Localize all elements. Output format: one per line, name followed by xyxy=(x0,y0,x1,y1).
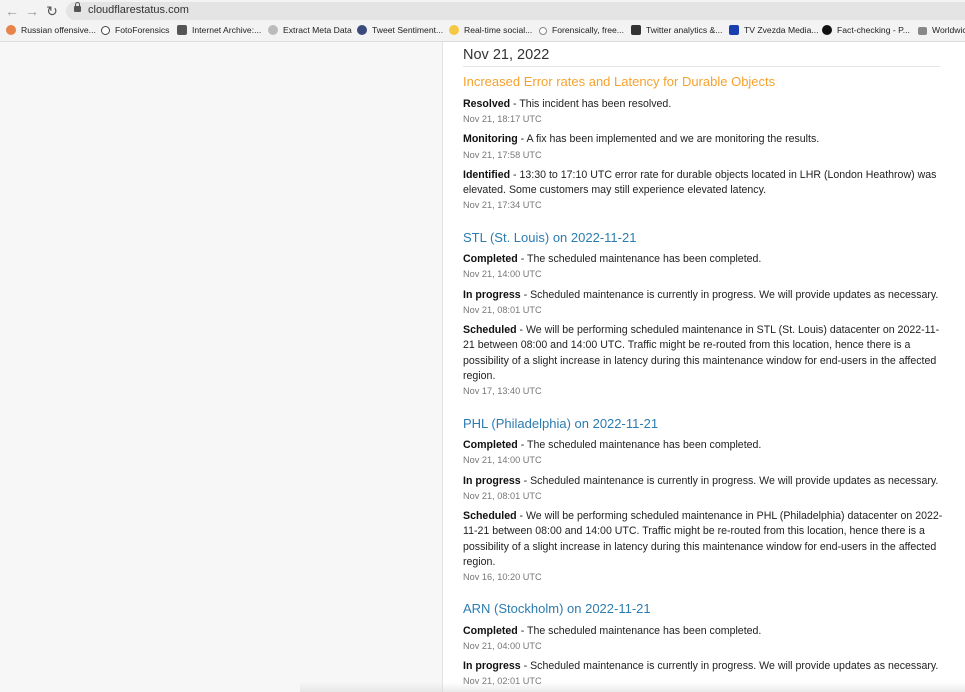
bookmark-icon xyxy=(539,27,547,35)
bookmark-item[interactable]: Russian offensive... xyxy=(6,25,96,35)
incident-update: In progress - Scheduled maintenance is c… xyxy=(463,475,939,487)
bookmark-item[interactable]: Tweet Sentiment... xyxy=(357,25,443,35)
incident-title[interactable]: Increased Error rates and Latency for Du… xyxy=(463,74,775,89)
dock-shadow xyxy=(300,682,965,692)
bookmark-icon xyxy=(918,27,927,35)
bookmark-icon xyxy=(357,25,367,35)
update-timestamp: Nov 21, 17:34 UTC xyxy=(463,200,542,210)
bookmark-item[interactable]: Extract Meta Data xyxy=(268,25,352,35)
bookmark-icon xyxy=(6,25,16,35)
bookmark-item[interactable]: Worldwic xyxy=(918,25,965,35)
incident-history: Nov 21, 2022 Increased Error rates and L… xyxy=(443,42,965,692)
date-heading: Nov 21, 2022 xyxy=(463,47,550,63)
forward-arrow-icon[interactable]: → xyxy=(24,3,40,19)
bookmark-item[interactable]: TV Zvezda Media... xyxy=(729,25,819,35)
bookmark-icon xyxy=(268,25,278,35)
reload-icon[interactable]: ↻ xyxy=(44,3,60,19)
bookmark-item[interactable]: FotoForensics xyxy=(101,25,169,35)
incident-title[interactable]: STL (St. Louis) on 2022-11-21 xyxy=(463,230,636,245)
bookmark-icon xyxy=(631,25,641,35)
incident-update: Monitoring - A fix has been implemented … xyxy=(463,133,820,145)
update-timestamp: Nov 21, 08:01 UTC xyxy=(463,491,542,501)
url-text[interactable]: cloudflarestatus.com xyxy=(88,4,189,16)
update-timestamp: Nov 21, 18:17 UTC xyxy=(463,114,542,124)
address-bar[interactable]: cloudflarestatus.com xyxy=(66,2,965,20)
bookmark-icon xyxy=(177,25,187,35)
incident-title[interactable]: ARN (Stockholm) on 2022-11-21 xyxy=(463,601,651,616)
left-blank-panel xyxy=(0,42,443,692)
incident-update: Scheduled - We will be performing schedu… xyxy=(463,510,943,568)
update-timestamp: Nov 21, 14:00 UTC xyxy=(463,455,542,465)
incident-update: Completed - The scheduled maintenance ha… xyxy=(463,253,762,265)
bookmark-item[interactable]: Forensically, free... xyxy=(539,25,624,35)
incident-update: Completed - The scheduled maintenance ha… xyxy=(463,439,762,451)
divider xyxy=(463,66,940,67)
bookmarks-bar: Russian offensive... FotoForensics Inter… xyxy=(0,22,965,42)
incident-update: Scheduled - We will be performing schedu… xyxy=(463,324,940,382)
back-arrow-icon[interactable]: ← xyxy=(4,3,20,19)
incident-update: Resolved - This incident has been resolv… xyxy=(463,98,672,110)
bookmark-item[interactable]: Fact-checking - P... xyxy=(822,25,910,35)
browser-toolbar: ← → ↻ cloudflarestatus.com xyxy=(0,0,965,22)
bookmark-icon xyxy=(449,25,459,35)
incident-update: Identified - 13:30 to 17:10 UTC error ra… xyxy=(463,169,937,197)
incident-update: Completed - The scheduled maintenance ha… xyxy=(463,625,762,637)
bookmark-item[interactable]: Real-time social... xyxy=(449,25,532,35)
bookmark-item[interactable]: Twitter analytics &... xyxy=(631,25,722,35)
update-timestamp: Nov 21, 08:01 UTC xyxy=(463,305,542,315)
update-timestamp: Nov 17, 13:40 UTC xyxy=(463,386,542,396)
bookmark-icon xyxy=(729,25,739,35)
update-timestamp: Nov 21, 17:58 UTC xyxy=(463,150,542,160)
lock-icon xyxy=(74,2,81,12)
bookmark-item[interactable]: Internet Archive:... xyxy=(177,25,261,35)
bookmark-icon xyxy=(101,26,110,35)
bookmark-icon xyxy=(822,25,832,35)
incident-update: In progress - Scheduled maintenance is c… xyxy=(463,660,939,672)
update-timestamp: Nov 16, 10:20 UTC xyxy=(463,572,542,582)
update-timestamp: Nov 21, 14:00 UTC xyxy=(463,269,542,279)
update-timestamp: Nov 21, 04:00 UTC xyxy=(463,641,542,651)
incident-title[interactable]: PHL (Philadelphia) on 2022-11-21 xyxy=(463,416,658,431)
incident-update: In progress - Scheduled maintenance is c… xyxy=(463,289,939,301)
